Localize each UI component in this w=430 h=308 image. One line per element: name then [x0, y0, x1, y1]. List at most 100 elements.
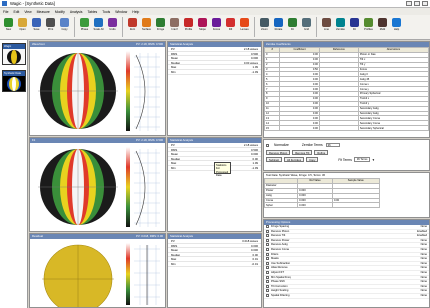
close-icon[interactable]: [422, 1, 428, 6]
toolbar-button-fit[interactable]: Fit: [286, 17, 299, 38]
fit-pane[interactable]: Fit PV: 2.18, RMS: 0.500: [29, 137, 166, 232]
remove-piston-button[interactable]: Remove Piston: [266, 150, 291, 155]
zernike-icon: [128, 18, 137, 27]
menu-item[interactable]: Tools: [102, 10, 110, 14]
maximize-icon[interactable]: [414, 1, 420, 6]
wavefront-pane[interactable]: Wavefront PV: 2.18, RMS: 0.500: [29, 41, 166, 136]
option-checkbox[interactable]: [266, 293, 269, 297]
toolbar-button-surface[interactable]: Surface: [140, 17, 153, 38]
all-zernikes-button[interactable]: All Zernikes: [284, 157, 305, 162]
refine-button[interactable]: Refine: [314, 150, 329, 155]
stats-key: Median: [171, 60, 181, 65]
stats-panel-1: Statistical Analysis PV 2.18 waves RMS 0.50…: [167, 41, 262, 136]
toolbar-button-profile[interactable]: Profile: [182, 17, 195, 38]
zernike-terms-input[interactable]: 36: [325, 142, 340, 148]
menu-item[interactable]: View: [24, 10, 31, 14]
menu-item[interactable]: File: [3, 10, 8, 14]
option-checkbox[interactable]: [266, 252, 269, 256]
remove-tilt-button[interactable]: Remove Tilt: [292, 150, 313, 155]
menu-item[interactable]: Measure: [37, 10, 50, 14]
table-row[interactable]: 15 0.00 Secondary Spherical: [263, 125, 430, 132]
option-checkbox[interactable]: [266, 257, 269, 261]
toolbar-button-print[interactable]: Print: [44, 17, 57, 38]
residual-map[interactable]: [30, 239, 165, 308]
option-checkbox[interactable]: [266, 247, 269, 251]
option-checkbox[interactable]: [266, 284, 269, 288]
toolbar-button-lenses[interactable]: Lenses: [238, 17, 251, 38]
toolbar-button-grid[interactable]: Grid: [300, 17, 313, 38]
option-value: None: [420, 225, 427, 228]
thumbnail-wagic[interactable]: Wagic: [2, 43, 26, 65]
option-checkbox[interactable]: [266, 229, 269, 233]
menu-item[interactable]: Window: [115, 10, 127, 14]
table-row: Spher 0.000: [263, 202, 380, 209]
toolbar-label: Surface: [142, 28, 151, 31]
toolbar-button-phase[interactable]: Phase: [78, 17, 91, 38]
stats-value: 0.500: [251, 147, 258, 152]
option-label: Spatial Filtering: [271, 294, 290, 298]
toolbar-button-save[interactable]: Save: [30, 17, 43, 38]
toolbar-button-slope[interactable]: Slope: [196, 17, 209, 38]
option-label: Masks: [271, 257, 279, 261]
zernike-table[interactable]: # Coefficient Reference Aberrations 0 0.00 Pi…: [263, 47, 430, 132]
toolbar-button-interf[interactable]: Interf: [168, 17, 181, 38]
toolbar-separator: [122, 17, 123, 37]
option-label: Remove Power: [271, 239, 290, 242]
toolbar-button-line[interactable]: Line: [320, 17, 333, 38]
fit-terms-select[interactable]: 36 Terms: [353, 157, 371, 162]
option-checkbox[interactable]: [266, 234, 269, 238]
option-checkbox[interactable]: [266, 266, 269, 270]
menu-item[interactable]: Tables: [87, 10, 97, 14]
toolbar-button-scale-all[interactable]: Scale All: [92, 17, 105, 38]
residual-pane[interactable]: Residual PV: 0.018, RMS: 0.00: [29, 233, 166, 308]
menu-item[interactable]: Edit: [13, 10, 19, 14]
option-label: Remove Coma: [271, 248, 289, 252]
toolbar-button-zern[interactable]: Zern: [126, 17, 139, 38]
toolbar-button-help[interactable]: Help: [390, 17, 403, 38]
option-checkbox[interactable]: [266, 289, 269, 293]
toolbar-label: Scale All: [93, 28, 104, 31]
option-checkbox[interactable]: [266, 243, 269, 247]
toolbar-button-focus[interactable]: Focus: [210, 17, 223, 38]
toolbar-button-open[interactable]: Open: [16, 17, 29, 38]
option-row[interactable]: Spatial Filtering None: [264, 293, 429, 299]
toolbar-button-fit[interactable]: Fit: [348, 17, 361, 38]
thumbnail-synthetic[interactable]: Synthetic Data: [2, 70, 26, 92]
toolbar-button-profiles[interactable]: Profiles: [362, 17, 375, 38]
lenses-icon: [240, 18, 249, 27]
minimize-icon[interactable]: [406, 1, 412, 6]
normalize-checkbox[interactable]: [266, 143, 269, 147]
stats-key: Mean: [171, 152, 178, 157]
fit-map[interactable]: [30, 143, 165, 231]
stats-row: Min -0.01: [168, 262, 261, 267]
toolbar-label: Zoom: [261, 28, 268, 31]
stats-value: 0.00: [252, 252, 258, 257]
toolbar-button-zernike[interactable]: Zernike: [334, 17, 347, 38]
toolbar-button-rotate[interactable]: Rotate: [272, 17, 285, 38]
menu-item[interactable]: Help: [132, 10, 139, 14]
option-checkbox[interactable]: [266, 275, 269, 279]
option-label: Min Spatial Freq: [271, 275, 291, 279]
option-checkbox[interactable]: [266, 280, 269, 284]
toolbar-button-undo[interactable]: Undo: [106, 17, 119, 38]
table-cell: Secondary Spherical: [357, 125, 430, 132]
menu-item[interactable]: Modify: [55, 10, 65, 14]
toolbar-button-multi[interactable]: Multi: [376, 17, 389, 38]
toolbar-button-fringe[interactable]: Fringe: [154, 17, 167, 38]
toolbar-button-zoom[interactable]: Zoom: [258, 17, 271, 38]
option-checkbox[interactable]: [266, 270, 269, 274]
wavefront-map[interactable]: [30, 47, 165, 135]
subtract-button[interactable]: Subtract: [266, 157, 283, 162]
menu-item[interactable]: Analysis: [70, 10, 83, 14]
toolbar-label: Multi: [379, 28, 386, 31]
toolbar-button-new[interactable]: New: [2, 17, 15, 38]
option-checkbox[interactable]: [266, 261, 269, 265]
toolbar-button-fill[interactable]: Fill: [224, 17, 237, 38]
copy-button[interactable]: Copy: [306, 157, 319, 162]
tooltip-line: Data: [216, 174, 222, 177]
option-checkbox[interactable]: [266, 225, 269, 228]
chevron-down-icon[interactable]: ▾: [372, 158, 374, 162]
option-checkbox[interactable]: [266, 238, 269, 242]
interferogram-icon: [170, 18, 179, 27]
toolbar-button-copy[interactable]: Copy: [58, 17, 71, 38]
